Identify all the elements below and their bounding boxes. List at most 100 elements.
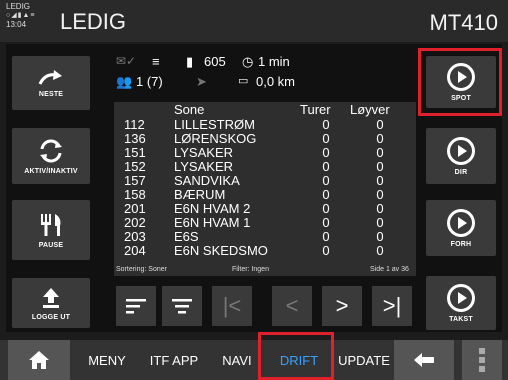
logout-label: LOGGE UT [31,313,71,321]
zone-name: LYSAKER [174,145,234,160]
vehicle-id: MT410 [429,10,498,35]
logout-button[interactable]: LOGGE UT [12,278,90,328]
zone-id: 151 [124,145,146,160]
zone-id: 112 [124,117,145,132]
more-button[interactable] [462,340,502,380]
takst-button[interactable]: TAKST [426,276,496,330]
loyver-count: 0 [376,201,384,216]
loyver-count: 0 [376,215,384,230]
filter-button[interactable] [162,286,202,326]
active-inactive-button[interactable]: AKTIV/INAKTIV [12,128,90,184]
people-icon: 👥 [116,74,133,89]
zone-table: Sone Turer Løyver 112 LILLESTRØM 0 0 136… [114,102,416,276]
table-row[interactable]: 203 E6S 0 0 [114,229,416,244]
zone-name: LILLESTRØM [174,117,255,132]
dir-button[interactable]: DIR [426,128,496,184]
table-row[interactable]: 136 LØRENSKOG 0 0 [114,131,416,146]
next-page-button[interactable]: > [322,286,362,326]
turer-count: 0 [322,243,330,258]
distance: 0,0 km [256,74,296,89]
play-circle-icon [447,136,475,165]
update-tab[interactable]: UPDATE [334,340,394,380]
zone-id: 152 [124,159,146,174]
spot-button[interactable]: SPOT [426,56,496,108]
last-page-icon: >| [382,293,402,318]
sort-button[interactable] [116,286,156,326]
menu-tab[interactable]: MENY [80,340,134,380]
upload-icon [43,287,59,308]
page-info: Side 1 av 36 [370,266,409,273]
people-count: 1 (7) [136,74,163,89]
loyver-count: 0 [376,173,384,188]
zone-id: 202 [124,215,146,230]
map-icon: ▮ [186,54,194,69]
turer-count: 0 [322,215,330,230]
first-page-icon: |< [222,293,242,318]
zone-name: E6N HVAM 2 [174,201,251,216]
table-row[interactable]: 151 LYSAKER 0 0 [114,145,416,160]
loyver-count: 0 [376,187,384,202]
back-button[interactable] [394,340,454,380]
turer-count: 0 [322,187,330,202]
table-row[interactable]: 158 BÆRUM 0 0 [114,187,416,202]
table-row[interactable]: 202 E6N HVAM 1 0 0 [114,215,416,230]
table-row[interactable]: 112 LILLESTRØM 0 0 [114,117,416,132]
home-icon [29,351,49,369]
spot-label: SPOT [451,94,471,102]
ruler-icon: ▭ [238,75,249,87]
turer-count: 0 [322,229,330,244]
zone-name: E6S [174,229,199,244]
pause-label: PAUSE [38,241,64,249]
table-header: Sone Turer Løyver [114,102,416,117]
refresh-icon [40,139,62,162]
navi-tab[interactable]: NAVI [212,340,262,380]
zone-id: 203 [124,229,146,244]
zone-id: 201 [124,201,146,216]
message-check-icon: ✉✓ [116,54,137,68]
chevron-right-icon: > [335,293,349,318]
clock-icon: ◷ [242,54,254,69]
back-arrow-icon [414,353,434,367]
fork-knife-icon [41,213,61,236]
forh-label: FORH [450,240,472,248]
sort-lines-icon [126,299,146,314]
drift-tab[interactable]: DRIFT [264,340,334,380]
last-page-button[interactable]: >| [372,286,412,326]
dir-label: DIR [454,168,468,176]
zone-id: 204 [124,243,146,258]
first-page-button[interactable]: |< [212,286,252,326]
turer-count: 0 [322,159,330,174]
loyver-count: 0 [376,159,384,174]
bottom-nav: MENY ITF APP NAVI DRIFT UPDATE [0,340,508,380]
table-row[interactable]: 204 E6N SKEDSMO 0 0 [114,243,416,258]
header-loyver: Løyver [350,102,390,117]
table-row[interactable]: 152 LYSAKER 0 0 [114,159,416,174]
zone-name: LYSAKER [174,159,234,174]
zone-name: LØRENSKOG [174,131,257,146]
turer-count: 0 [322,117,330,132]
zone-name: E6N SKEDSMO [174,243,268,258]
top-bar: LEDIG ○◢▮▲≡ 13:04 LEDIG MT410 [0,0,508,42]
loyver-count: 0 [376,229,384,244]
table-row[interactable]: 157 SANDVIKA 0 0 [114,173,416,188]
loyver-count: 0 [376,243,384,258]
mini-status-text: LEDIG [6,2,31,11]
clock-time: 13:04 [6,20,27,29]
pause-button[interactable]: PAUSE [12,200,90,260]
filter-lines-icon [172,299,192,314]
filter-info: Filter: Ingen [232,266,269,273]
takst-label: TAKST [449,315,473,323]
play-circle-icon [447,208,475,237]
table-row[interactable]: 201 E6N HVAM 2 0 0 [114,201,416,216]
chevron-left-icon: < [285,293,299,318]
zone-name: E6N HVAM 1 [174,215,251,230]
zone-id: 158 [124,187,146,202]
navigation-arrow-icon: ➤ [196,74,207,89]
next-button[interactable]: NESTE [12,56,90,110]
home-button[interactable] [8,340,70,380]
itf-app-tab[interactable]: ITF APP [142,340,206,380]
forh-button[interactable]: FORH [426,200,496,256]
play-circle-icon [447,283,475,312]
previous-page-button[interactable]: < [272,286,312,326]
status-icons: ○◢▮▲≡ [6,12,36,19]
